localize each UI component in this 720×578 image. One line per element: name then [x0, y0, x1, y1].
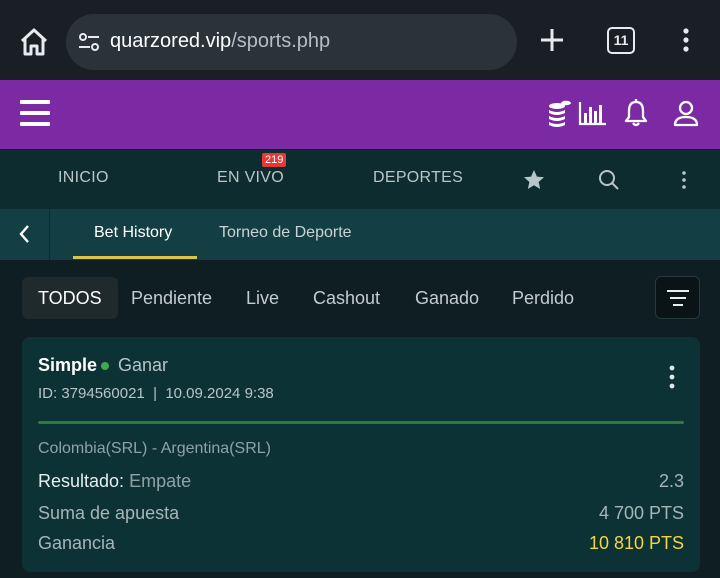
coins-icon[interactable] [544, 98, 574, 128]
url-text: quarzored.vip/sports.php [110, 30, 330, 53]
tab-switcher-button[interactable]: 11 [607, 27, 635, 54]
stake-label: Suma de apuesta [38, 503, 180, 523]
home-icon[interactable] [16, 24, 52, 60]
sub-nav: Bet History Torneo de Deporte [0, 209, 720, 260]
filter-pendiente[interactable]: Pendiente [115, 277, 228, 319]
result-value: Empate [129, 471, 192, 491]
sort-lines-icon [667, 290, 689, 306]
back-button[interactable] [0, 209, 50, 260]
stake-value: 4 700 PTS [598, 503, 684, 523]
filter-cashout[interactable]: Cashout [297, 277, 396, 319]
filter-perdido[interactable]: Perdido [496, 277, 590, 319]
card-options-icon[interactable] [662, 363, 682, 391]
odds-value: 2.3 [658, 471, 684, 491]
url-domain: quarzored.vip [110, 30, 232, 52]
address-bar[interactable]: quarzored.vip/sports.php [66, 14, 517, 70]
filter-ganado[interactable]: Ganado [399, 277, 495, 319]
status-divider [38, 421, 684, 424]
bet-status: Ganar [118, 355, 169, 375]
url-path: /sports.php [231, 30, 331, 52]
match-name: Colombia(SRL) - Argentina(SRL) [38, 440, 271, 457]
search-icon[interactable] [597, 168, 621, 192]
chevron-left-icon [19, 225, 29, 243]
more-nav-icon[interactable] [674, 168, 694, 192]
bell-icon[interactable] [621, 98, 651, 128]
new-tab-icon[interactable] [538, 26, 566, 54]
active-tab-indicator [73, 256, 197, 259]
star-favorites-icon[interactable] [522, 168, 546, 192]
bet-id-date: ID: 3794560021 | 10.09.2024 9:38 [38, 385, 274, 402]
nav-item-inicio[interactable]: INICIO [58, 169, 109, 187]
user-icon[interactable] [671, 98, 701, 128]
bet-type: Simple [38, 355, 98, 375]
bet-card[interactable]: Simple Ganar ID: 3794560021 | 10.09.2024… [22, 337, 700, 572]
site-settings-icon[interactable] [77, 30, 101, 54]
hamburger-menu-icon[interactable] [20, 98, 52, 128]
filter-todos[interactable]: TODOS [22, 277, 118, 319]
status-dot [101, 362, 109, 370]
sort-button[interactable] [655, 276, 700, 319]
result-row: Resultado: Empate [38, 471, 191, 492]
browser-menu-icon[interactable] [672, 26, 700, 54]
gain-value: 10 810 PTS [588, 533, 684, 553]
gain-label: Ganancia [38, 533, 116, 553]
site-header [0, 80, 720, 149]
browser-toolbar: quarzored.vip/sports.php 11 [0, 0, 720, 80]
live-count-badge: 219 [262, 153, 287, 167]
main-nav: INICIO EN VIVO 219 DEPORTES [0, 149, 720, 209]
tab-torneo-de-deporte[interactable]: Torneo de Deporte [219, 224, 352, 242]
filter-live[interactable]: Live [230, 277, 295, 319]
result-label: Resultado: [38, 471, 125, 491]
tab-bet-history[interactable]: Bet History [94, 224, 172, 242]
stats-chart-icon[interactable] [577, 98, 607, 128]
nav-item-deportes[interactable]: DEPORTES [373, 169, 463, 187]
nav-item-en-vivo[interactable]: EN VIVO [217, 169, 284, 187]
